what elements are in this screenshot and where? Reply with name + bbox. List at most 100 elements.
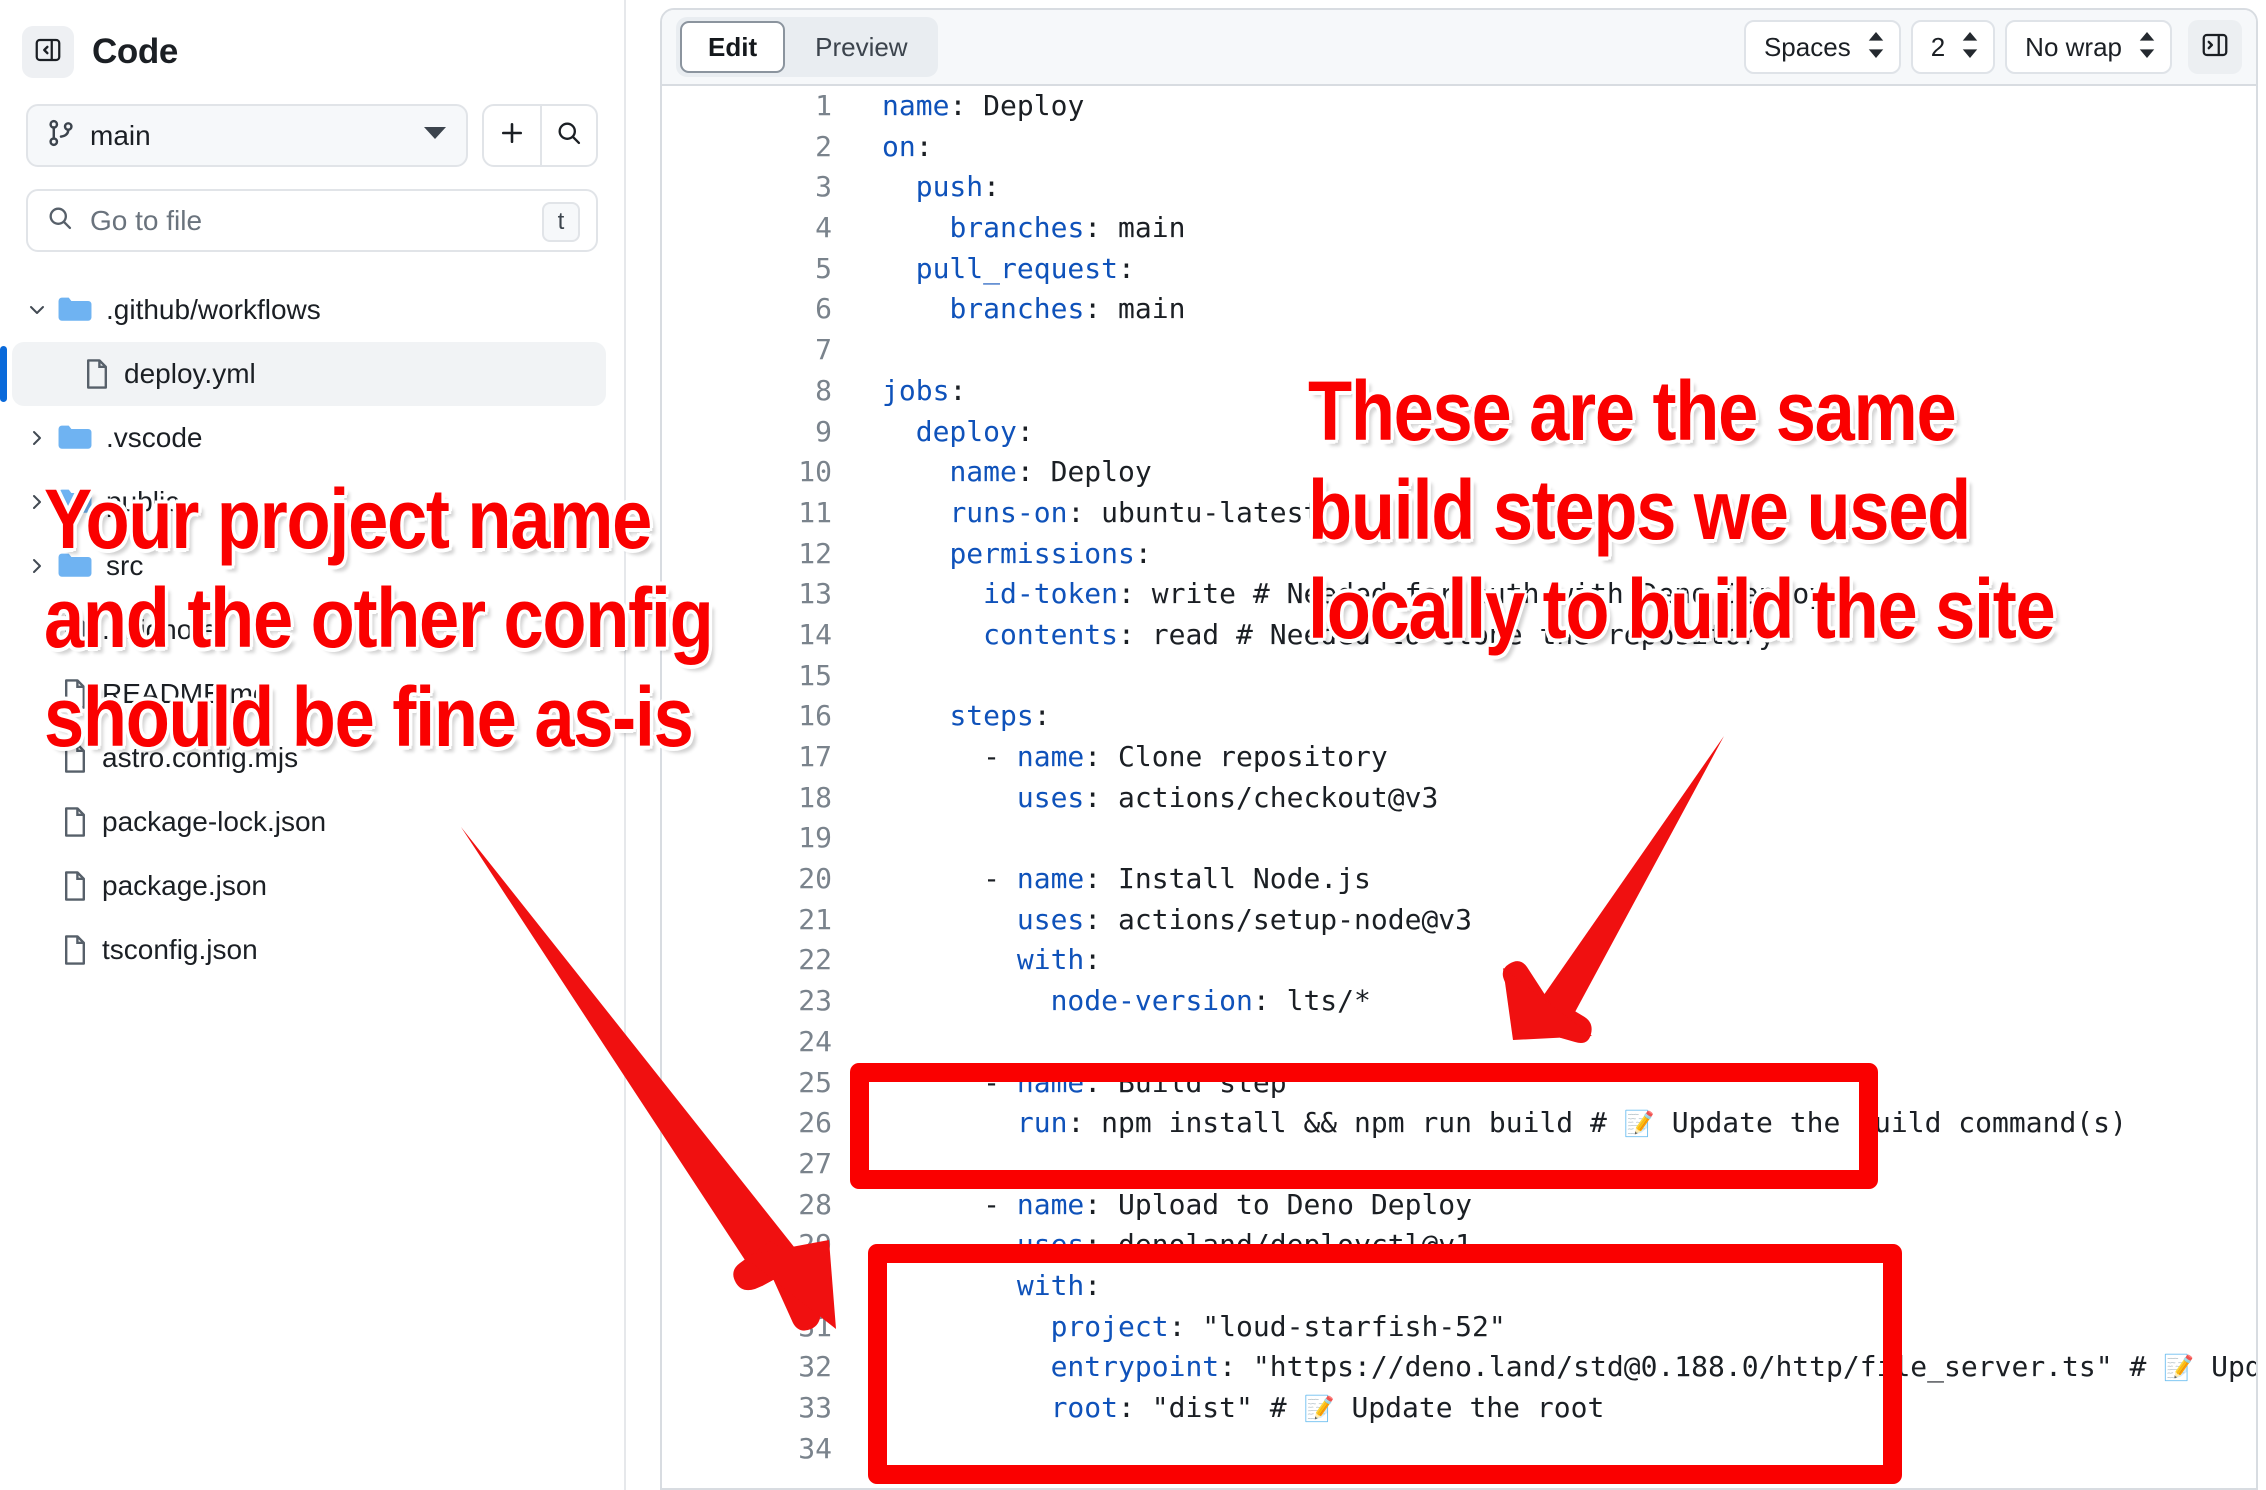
code-line[interactable]: runs-on: ubuntu-latest [882,493,2256,534]
code-line[interactable] [882,1022,2256,1063]
yaml-value: : Upload to Deno Deploy [1084,1188,1472,1221]
file-tree: .github/workflows deploy.yml .vscode [0,278,624,982]
yaml-value [882,781,1017,814]
go-to-file-shortcut-key: t [542,202,580,242]
sidebar-collapse-button[interactable] [22,26,74,78]
code-line[interactable]: project: "loud-starfish-52" [882,1307,2256,1348]
indent-size-select[interactable]: 2 [1911,20,1995,74]
code-line[interactable]: name: Deploy [882,452,2256,493]
yaml-key: with [1017,1269,1084,1302]
yaml-key: branches [949,292,1084,325]
wrap-mode-select[interactable]: No wrap [2005,20,2172,74]
file-icon [84,358,110,390]
line-number: 20 [662,859,832,900]
code-line[interactable]: uses: denoland/deployctl@v1 [882,1225,2256,1266]
tree-folder-src[interactable]: src [0,534,624,598]
yaml-key: name [949,455,1016,488]
tree-folder-github-workflows[interactable]: .github/workflows [0,278,624,342]
code-editor-area[interactable]: 1234567891011121314151617181920212223242… [662,86,2256,1490]
yaml-value: : read # Needed to clone the repository [1118,618,1775,651]
code-line[interactable]: root: "dist" # 📝 Update the root [882,1388,2256,1429]
code-line[interactable] [882,330,2256,371]
code-line[interactable] [882,1144,2256,1185]
yaml-key: runs-on [949,496,1067,529]
yaml-key: node-version [1051,984,1253,1017]
tree-folder-vscode[interactable]: .vscode [0,406,624,470]
code-line[interactable] [882,818,2256,859]
code-line[interactable]: - name: Build step [882,1063,2256,1104]
yaml-value: : [983,170,1000,203]
line-number: 14 [662,615,832,656]
code-line[interactable]: pull_request: [882,249,2256,290]
file-icon [62,678,88,710]
code-line[interactable]: entrypoint: "https://deno.land/std@0.188… [882,1347,2256,1388]
branch-selector[interactable]: main [26,104,468,167]
tree-file-package-json[interactable]: package.json [0,854,624,918]
yaml-value [882,1391,1051,1424]
line-number: 6 [662,289,832,330]
code-line[interactable]: uses: actions/setup-node@v3 [882,900,2256,941]
code-line[interactable]: branches: main [882,289,2256,330]
code-line[interactable]: uses: actions/checkout@v3 [882,778,2256,819]
indent-size-value: 2 [1931,32,1945,63]
line-number: 7 [662,330,832,371]
tree-folder-public[interactable]: public [0,470,624,534]
folder-icon [58,552,92,580]
code-line[interactable]: steps: [882,696,2256,737]
line-number: 8 [662,371,832,412]
tree-file-gitignore[interactable]: .gitignore [0,598,624,662]
search-files-button[interactable] [540,106,596,165]
code-line[interactable]: - name: Clone repository [882,737,2256,778]
yaml-value [882,577,983,610]
search-icon [555,119,583,152]
line-number: 11 [662,493,832,534]
yaml-key: uses [1017,903,1084,936]
code-line[interactable] [882,656,2256,697]
branch-actions [482,104,598,167]
code-line[interactable]: - name: Install Node.js [882,859,2256,900]
tree-file-readme[interactable]: README.md [0,662,624,726]
code-line[interactable]: run: npm install && npm run build # 📝 Up… [882,1103,2256,1144]
tree-file-tsconfig[interactable]: tsconfig.json [0,918,624,982]
code-line[interactable]: permissions: [882,534,2256,575]
yaml-key: uses [1017,781,1084,814]
yaml-key: entrypoint [1051,1350,1220,1383]
yaml-key: root [1051,1391,1118,1424]
code-line[interactable]: deploy: [882,412,2256,453]
code-line[interactable]: - name: Upload to Deno Deploy [882,1185,2256,1226]
code-line[interactable]: with: [882,940,2256,981]
code-line[interactable]: contents: read # Needed to clone the rep… [882,615,2256,656]
code-line[interactable] [882,1429,2256,1470]
yaml-value: : Deploy [1017,455,1152,488]
yaml-value: : Clone repository [1084,740,1387,773]
go-to-file-input[interactable]: Go to file t [26,189,598,252]
code-line[interactable]: node-version: lts/* [882,981,2256,1022]
code-line[interactable]: name: Deploy [882,86,2256,127]
code-line[interactable]: jobs: [882,371,2256,412]
branch-row: main [0,104,624,167]
tree-file-astro-config[interactable]: astro.config.mjs [0,726,624,790]
tree-file-package-lock[interactable]: package-lock.json [0,790,624,854]
yaml-value [882,1106,1017,1139]
split-panel-button[interactable] [2188,20,2242,74]
tab-edit[interactable]: Edit [680,21,785,73]
indent-type-select[interactable]: Spaces [1744,20,1901,74]
yaml-key: permissions [949,537,1134,570]
code-line[interactable]: branches: main [882,208,2256,249]
yaml-value: - [882,862,1017,895]
code-line[interactable]: id-token: write # Needed for auth with D… [882,574,2256,615]
code-line[interactable]: on: [882,127,2256,168]
yaml-value: : main [1084,211,1185,244]
tab-preview[interactable]: Preview [789,21,933,73]
line-number: 34 [662,1429,832,1470]
code-content[interactable]: name: Deployon: push: branches: main pul… [882,86,2256,1469]
yaml-value [882,455,949,488]
tree-item-label: tsconfig.json [102,934,258,966]
line-number: 13 [662,574,832,615]
add-file-button[interactable] [484,106,540,165]
tree-file-deploy-yml[interactable]: deploy.yml [12,342,606,406]
code-line[interactable]: with: [882,1266,2256,1307]
yaml-key: pull_request [916,252,1118,285]
line-number: 9 [662,412,832,453]
code-line[interactable]: push: [882,167,2256,208]
